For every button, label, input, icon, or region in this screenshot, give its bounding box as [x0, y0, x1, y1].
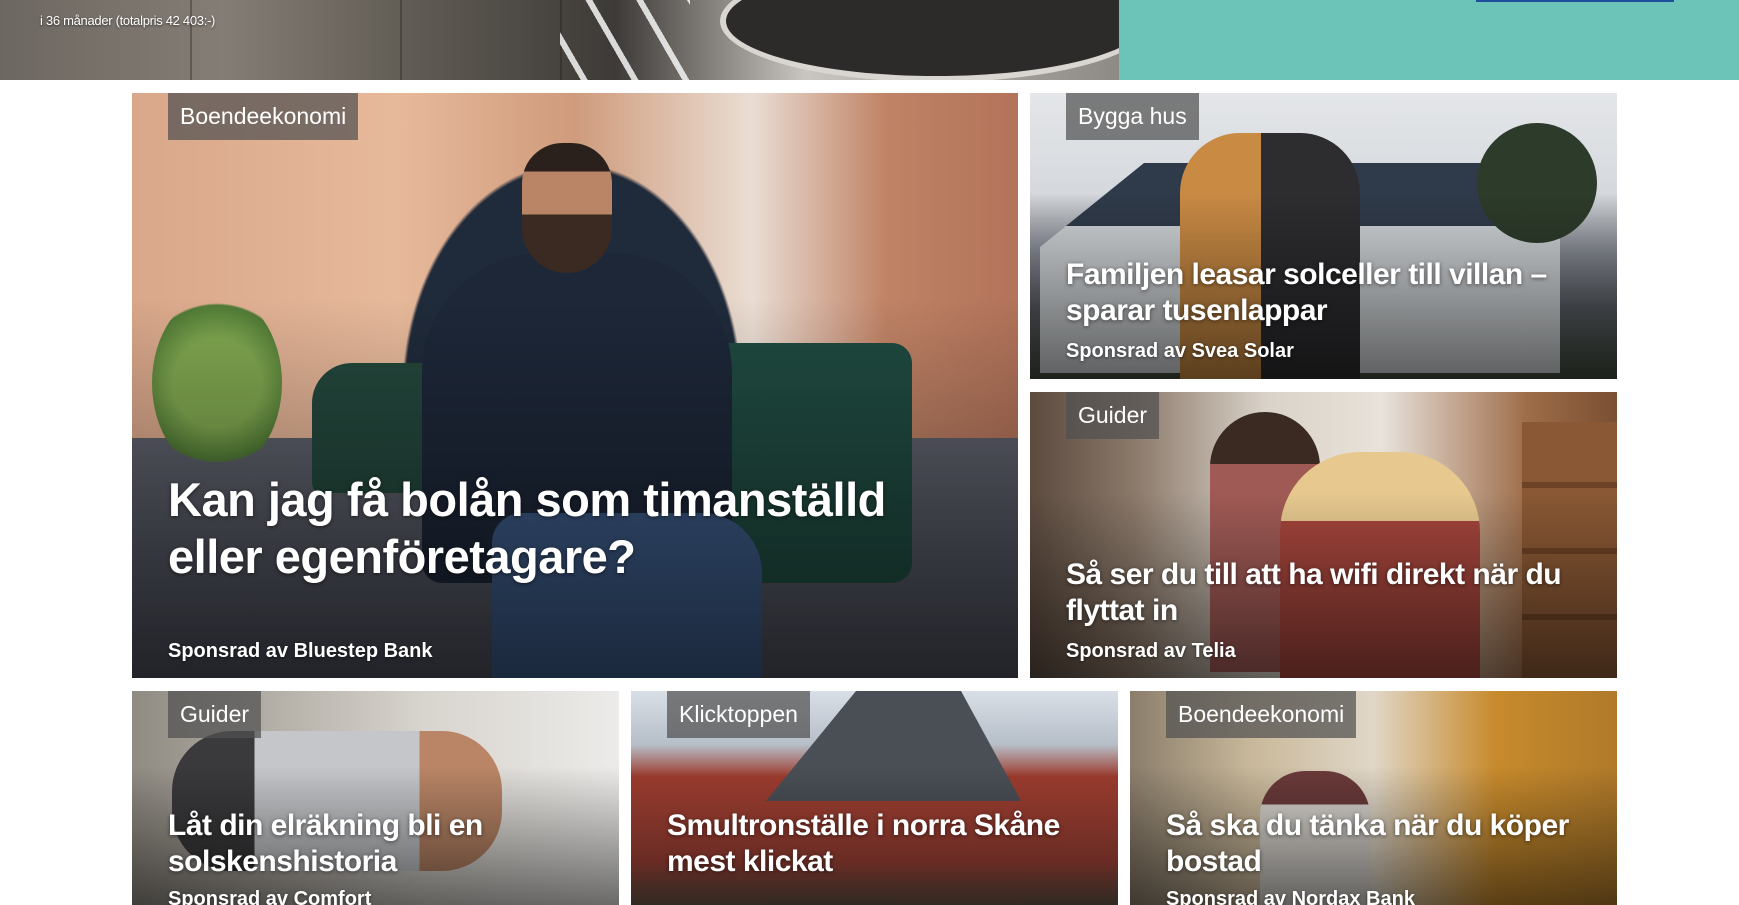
ad-chair-legs [560, 0, 690, 80]
advertisement-banner[interactable]: i 36 månader (totalpris 42 403:-) [0, 0, 1739, 80]
article-title[interactable]: Familjen leasar solceller till villan – … [1066, 257, 1587, 329]
article-title[interactable]: Smultronställe i norra Skåne mest klicka… [667, 808, 1088, 880]
article-title[interactable]: Låt din elräkning bli en solskenshistori… [168, 808, 589, 880]
article-title[interactable]: Så ska du tänka när du köper bostad [1166, 808, 1587, 880]
category-tag[interactable]: Bygga hus [1066, 93, 1199, 140]
sponsor-label: Sponsrad av Nordax Bank [1166, 888, 1415, 905]
article-card[interactable]: Boendeekonomi Så ska du tänka när du köp… [1130, 691, 1617, 905]
ad-cabinet-panel [0, 0, 192, 80]
article-card[interactable]: Guider Låt din elräkning bli en solskens… [132, 691, 619, 905]
article-card[interactable]: Klicktoppen Smultronställe i norra Skåne… [631, 691, 1118, 905]
ad-cta-button[interactable] [1476, 0, 1674, 2]
sponsor-label: Sponsrad av Svea Solar [1066, 340, 1294, 362]
category-tag[interactable]: Boendeekonomi [1166, 691, 1357, 738]
image-overlay [132, 93, 1018, 678]
category-tag[interactable]: Klicktoppen [667, 691, 810, 738]
sponsor-label: Sponsrad av Telia [1066, 640, 1236, 662]
article-title[interactable]: Kan jag få bolån som timanställd eller e… [168, 471, 988, 585]
ad-price-caption: i 36 månader (totalpris 42 403:-) [40, 13, 216, 28]
category-tag[interactable]: Guider [1066, 392, 1160, 439]
sponsor-label: Sponsrad av Bluestep Bank [168, 640, 433, 662]
ad-cabinet-panel [400, 0, 562, 80]
article-card-featured[interactable]: Boendeekonomi Kan jag få bolån som timan… [132, 93, 1018, 678]
ad-cabinet-panel [190, 0, 402, 80]
category-tag[interactable]: Guider [168, 691, 262, 738]
ad-image[interactable]: i 36 månader (totalpris 42 403:-) [0, 0, 1119, 80]
article-card[interactable]: Guider Så ser du till att ha wifi direkt… [1030, 392, 1617, 678]
ad-table [720, 0, 1119, 80]
ad-panel[interactable] [1119, 0, 1739, 80]
category-tag[interactable]: Boendeekonomi [168, 93, 359, 140]
article-card[interactable]: Bygga hus Familjen leasar solceller till… [1030, 93, 1617, 379]
sponsor-label: Sponsrad av Comfort [168, 888, 372, 905]
article-title[interactable]: Så ser du till att ha wifi direkt när du… [1066, 557, 1587, 629]
